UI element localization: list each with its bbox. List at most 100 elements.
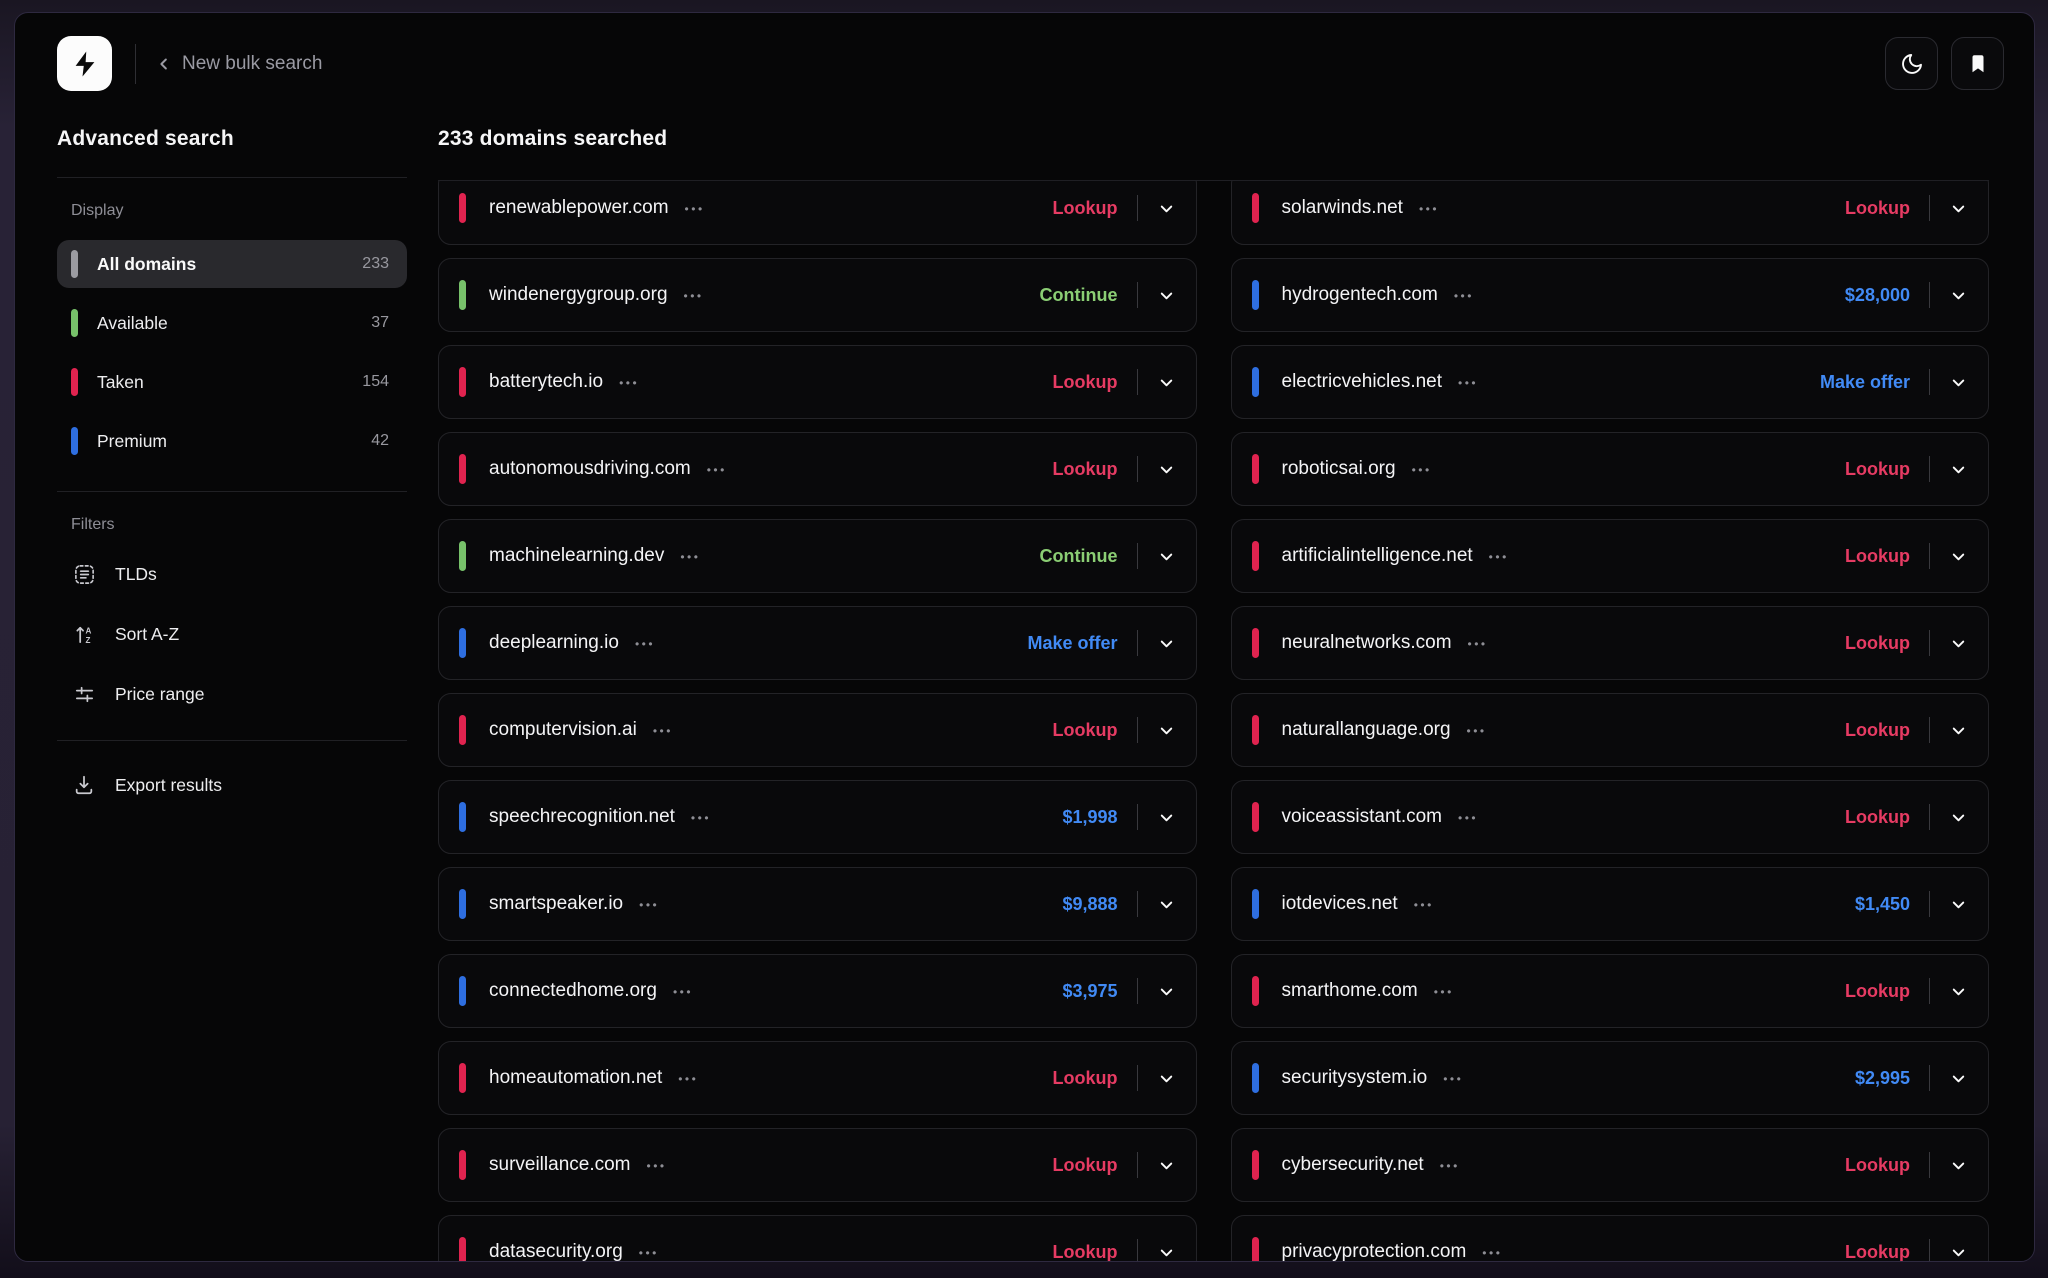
chevron-down-icon[interactable] <box>1949 1156 1968 1175</box>
domain-row[interactable]: naturallanguage.org ••• Lookup <box>1231 693 1990 767</box>
domain-row[interactable]: smartspeaker.io ••• $9,888 <box>438 867 1197 941</box>
status-action[interactable]: Lookup <box>1845 633 1910 654</box>
chevron-down-icon[interactable] <box>1157 1069 1176 1088</box>
ellipsis-menu-icon[interactable]: ••• <box>1468 637 1488 651</box>
domain-row[interactable]: cybersecurity.net ••• Lookup <box>1231 1128 1990 1202</box>
domain-row[interactable]: artificialintelligence.net ••• Lookup <box>1231 519 1990 593</box>
status-action[interactable]: $3,975 <box>1062 981 1117 1002</box>
ellipsis-menu-icon[interactable]: ••• <box>1467 724 1487 738</box>
status-action[interactable]: Lookup <box>1053 720 1118 741</box>
sidebar-item-all[interactable]: All domains 233 <box>57 240 407 288</box>
domain-row[interactable]: iotdevices.net ••• $1,450 <box>1231 867 1990 941</box>
chevron-down-icon[interactable] <box>1157 721 1176 740</box>
chevron-down-icon[interactable] <box>1157 1243 1176 1262</box>
status-action[interactable]: Lookup <box>1053 1242 1118 1263</box>
sidebar-item-premium[interactable]: Premium 42 <box>57 417 407 465</box>
ellipsis-menu-icon[interactable]: ••• <box>1458 376 1478 390</box>
chevron-down-icon[interactable] <box>1949 808 1968 827</box>
sidebar-item-taken[interactable]: Taken 154 <box>57 358 407 406</box>
chevron-down-icon[interactable] <box>1949 286 1968 305</box>
domain-row[interactable]: electricvehicles.net ••• Make offer <box>1231 345 1990 419</box>
domain-row[interactable]: securitysystem.io ••• $2,995 <box>1231 1041 1990 1115</box>
back-to-new-bulk-search-button[interactable]: New bulk search <box>155 53 322 75</box>
ellipsis-menu-icon[interactable]: ••• <box>653 724 673 738</box>
status-action[interactable]: $2,995 <box>1855 1068 1910 1089</box>
domain-row[interactable]: autonomousdriving.com ••• Lookup <box>438 432 1197 506</box>
chevron-down-icon[interactable] <box>1157 982 1176 1001</box>
theme-toggle-button[interactable] <box>1885 37 1938 90</box>
domain-row[interactable]: hydrogentech.com ••• $28,000 <box>1231 258 1990 332</box>
ellipsis-menu-icon[interactable]: ••• <box>1412 463 1432 477</box>
domain-row[interactable]: smarthome.com ••• Lookup <box>1231 954 1990 1028</box>
chevron-down-icon[interactable] <box>1949 1243 1968 1262</box>
ellipsis-menu-icon[interactable]: ••• <box>691 811 711 825</box>
status-action[interactable]: Lookup <box>1053 198 1118 219</box>
results-scroll-area[interactable]: renewablepower.com ••• Lookup windenergy… <box>438 180 1989 1262</box>
chevron-down-icon[interactable] <box>1157 895 1176 914</box>
chevron-down-icon[interactable] <box>1157 373 1176 392</box>
sidebar-filter-item[interactable]: Price range <box>71 674 407 714</box>
status-action[interactable]: Lookup <box>1053 372 1118 393</box>
domain-row[interactable]: speechrecognition.net ••• $1,998 <box>438 780 1197 854</box>
status-action[interactable]: Lookup <box>1845 1242 1910 1263</box>
ellipsis-menu-icon[interactable]: ••• <box>1443 1072 1463 1086</box>
status-action[interactable]: Lookup <box>1845 546 1910 567</box>
ellipsis-menu-icon[interactable]: ••• <box>647 1159 667 1173</box>
status-action[interactable]: Lookup <box>1845 198 1910 219</box>
ellipsis-menu-icon[interactable]: ••• <box>684 289 704 303</box>
status-action[interactable]: Lookup <box>1845 981 1910 1002</box>
domain-row[interactable]: privacyprotection.com ••• Lookup <box>1231 1215 1990 1262</box>
ellipsis-menu-icon[interactable]: ••• <box>1482 1246 1502 1260</box>
ellipsis-menu-icon[interactable]: ••• <box>1434 985 1454 999</box>
chevron-down-icon[interactable] <box>1949 982 1968 1001</box>
chevron-down-icon[interactable] <box>1949 1069 1968 1088</box>
status-action[interactable]: Make offer <box>1820 372 1910 393</box>
ellipsis-menu-icon[interactable]: ••• <box>1454 289 1474 303</box>
ellipsis-menu-icon[interactable]: ••• <box>707 463 727 477</box>
status-action[interactable]: $28,000 <box>1845 285 1910 306</box>
domain-row[interactable]: surveillance.com ••• Lookup <box>438 1128 1197 1202</box>
chevron-down-icon[interactable] <box>1157 634 1176 653</box>
status-action[interactable]: Lookup <box>1845 807 1910 828</box>
status-action[interactable]: Lookup <box>1053 1068 1118 1089</box>
chevron-down-icon[interactable] <box>1157 547 1176 566</box>
status-action[interactable]: Continue <box>1040 546 1118 567</box>
chevron-down-icon[interactable] <box>1157 286 1176 305</box>
ellipsis-menu-icon[interactable]: ••• <box>639 1246 659 1260</box>
status-action[interactable]: Lookup <box>1053 1155 1118 1176</box>
bookmarks-button[interactable] <box>1951 37 2004 90</box>
domain-row[interactable]: computervision.ai ••• Lookup <box>438 693 1197 767</box>
ellipsis-menu-icon[interactable]: ••• <box>635 637 655 651</box>
status-action[interactable]: $1,450 <box>1855 894 1910 915</box>
chevron-down-icon[interactable] <box>1949 373 1968 392</box>
domain-row[interactable]: voiceassistant.com ••• Lookup <box>1231 780 1990 854</box>
ellipsis-menu-icon[interactable]: ••• <box>1458 811 1478 825</box>
status-action[interactable]: Lookup <box>1053 459 1118 480</box>
chevron-down-icon[interactable] <box>1949 895 1968 914</box>
sidebar-item-available[interactable]: Available 37 <box>57 299 407 347</box>
domain-row[interactable]: neuralnetworks.com ••• Lookup <box>1231 606 1990 680</box>
ellipsis-menu-icon[interactable]: ••• <box>678 1072 698 1086</box>
chevron-down-icon[interactable] <box>1949 721 1968 740</box>
ellipsis-menu-icon[interactable]: ••• <box>673 985 693 999</box>
chevron-down-icon[interactable] <box>1157 808 1176 827</box>
domain-row[interactable]: solarwinds.net ••• Lookup <box>1231 180 1990 245</box>
domain-row[interactable]: roboticsai.org ••• Lookup <box>1231 432 1990 506</box>
domain-row[interactable]: windenergygroup.org ••• Continue <box>438 258 1197 332</box>
chevron-down-icon[interactable] <box>1949 634 1968 653</box>
chevron-down-icon[interactable] <box>1949 547 1968 566</box>
domain-row[interactable]: homeautomation.net ••• Lookup <box>438 1041 1197 1115</box>
domain-row[interactable]: datasecurity.org ••• Lookup <box>438 1215 1197 1262</box>
ellipsis-menu-icon[interactable]: ••• <box>639 898 659 912</box>
status-action[interactable]: Make offer <box>1027 633 1117 654</box>
export-results-button[interactable]: Export results <box>71 765 407 805</box>
chevron-down-icon[interactable] <box>1157 460 1176 479</box>
ellipsis-menu-icon[interactable]: ••• <box>1440 1159 1460 1173</box>
chevron-down-icon[interactable] <box>1949 199 1968 218</box>
domain-row[interactable]: machinelearning.dev ••• Continue <box>438 519 1197 593</box>
status-action[interactable]: Lookup <box>1845 1155 1910 1176</box>
domain-row[interactable]: batterytech.io ••• Lookup <box>438 345 1197 419</box>
status-action[interactable]: Lookup <box>1845 459 1910 480</box>
domain-row[interactable]: connectedhome.org ••• $3,975 <box>438 954 1197 1028</box>
chevron-down-icon[interactable] <box>1949 460 1968 479</box>
